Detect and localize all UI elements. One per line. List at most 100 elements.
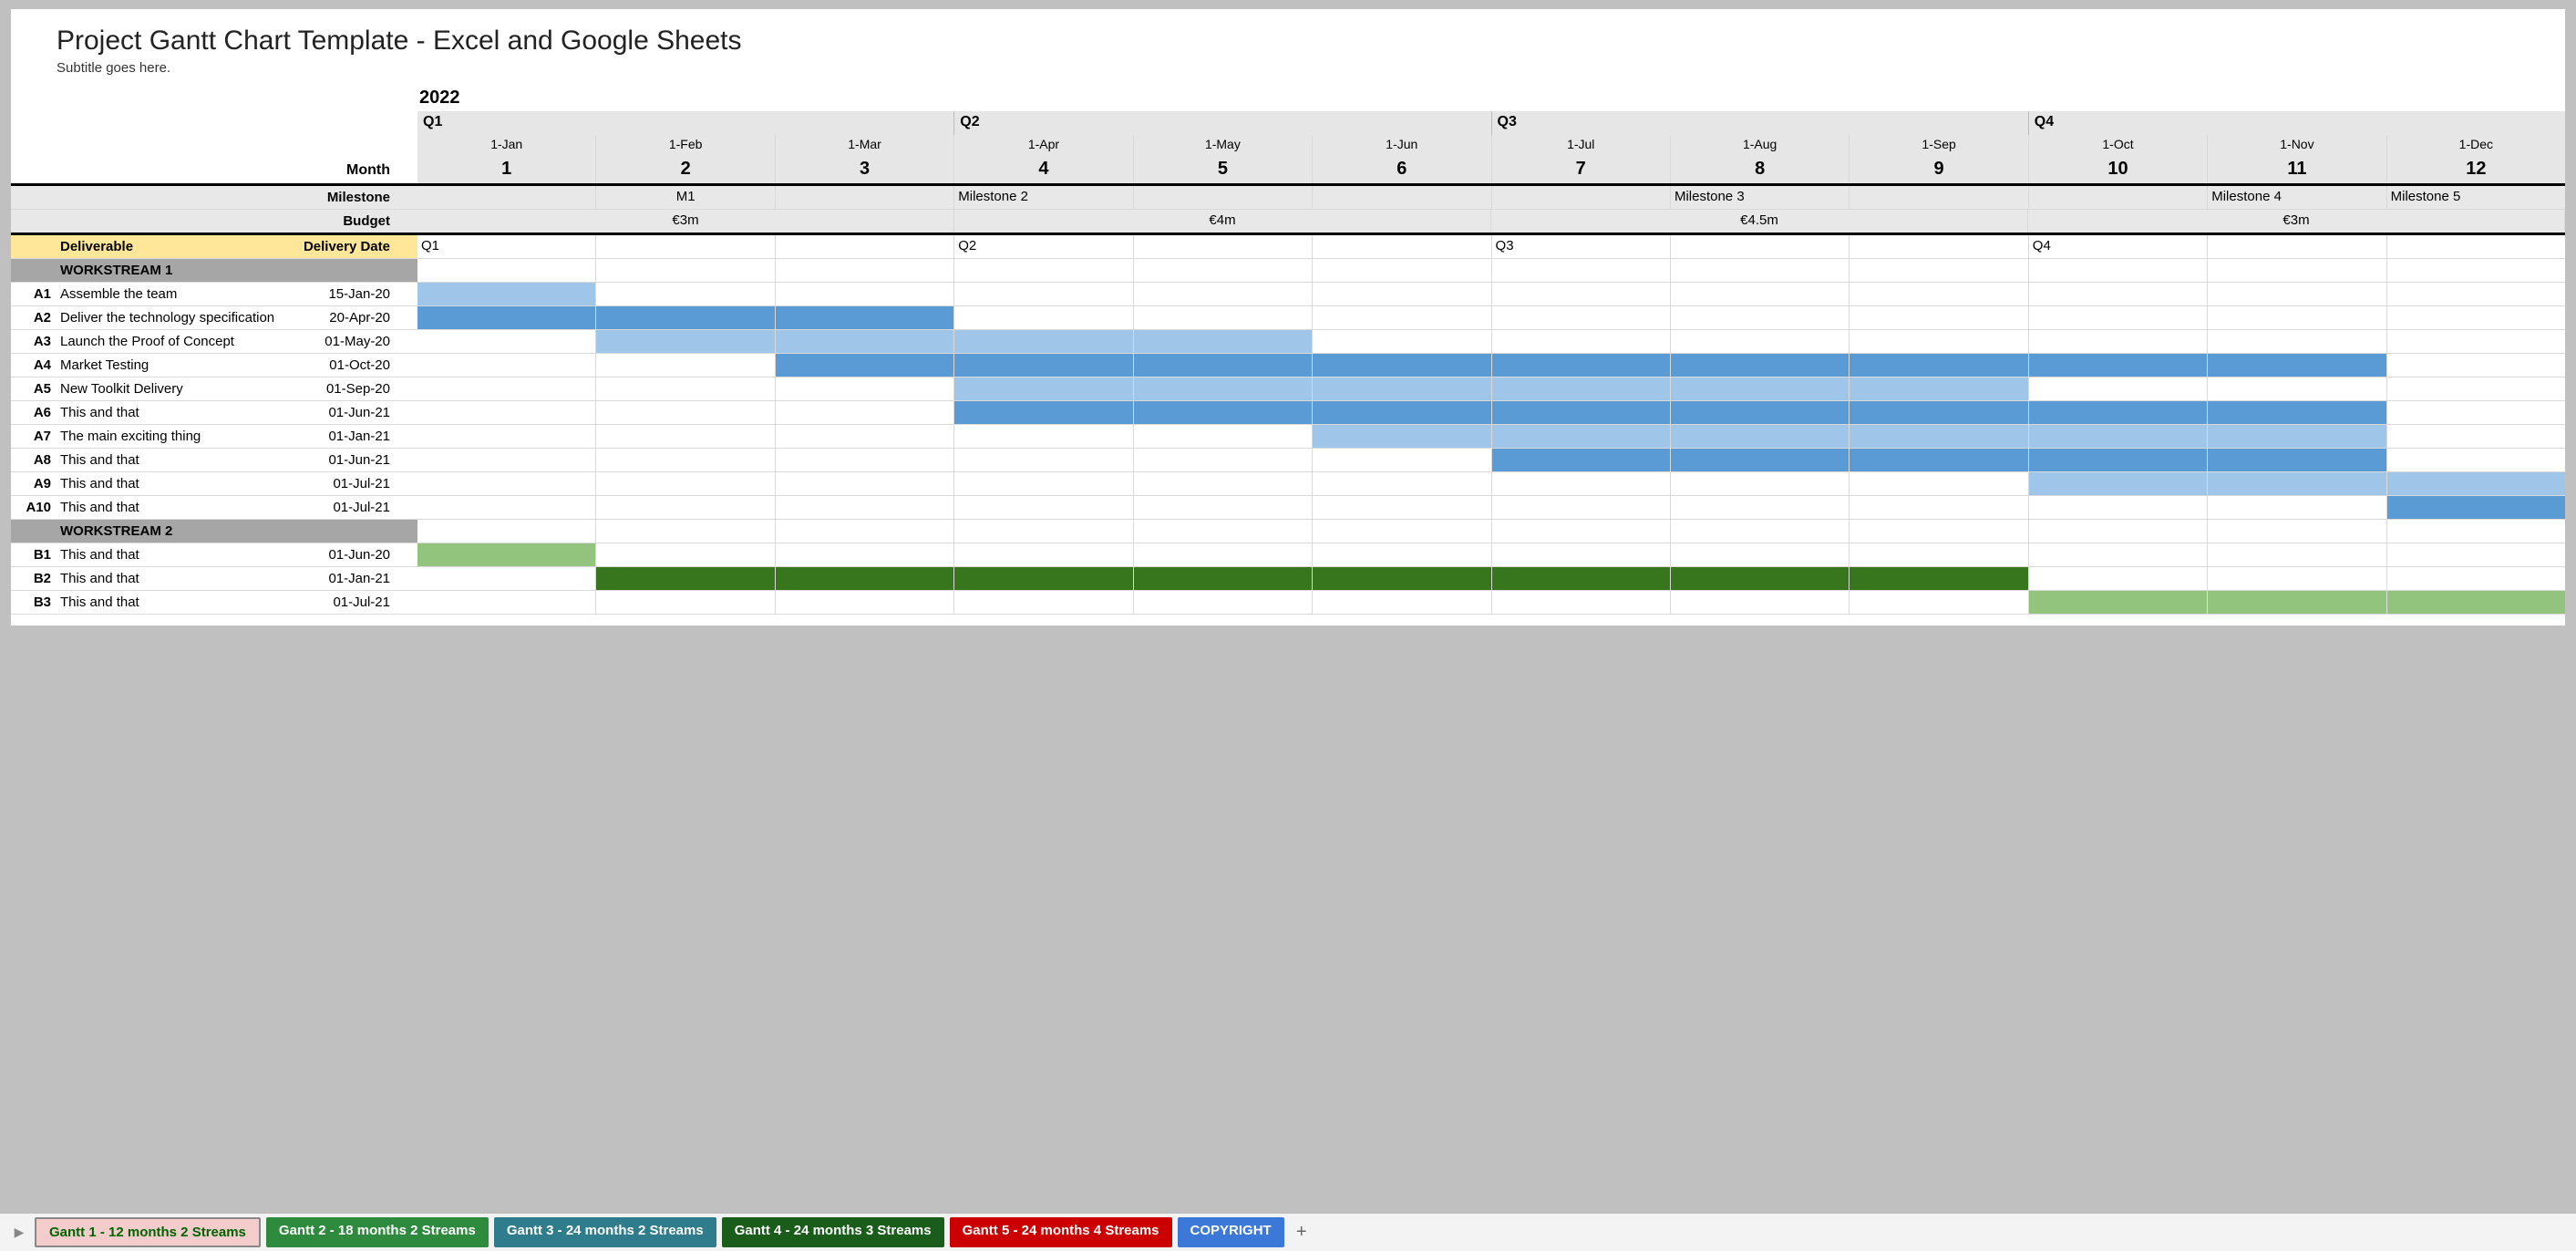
gantt-cell-A10-3[interactable] — [776, 496, 954, 519]
sheet-tab-4[interactable]: Gantt 4 - 24 months 3 Streams — [722, 1217, 944, 1247]
gantt-bar[interactable] — [1134, 567, 1312, 590]
gantt-cell-A7-3[interactable] — [776, 425, 954, 448]
gantt-cell-A6-1[interactable] — [417, 401, 596, 424]
gantt-bar[interactable] — [776, 354, 953, 377]
gantt-cell-A7-8[interactable] — [1671, 425, 1850, 448]
gantt-bar[interactable] — [1492, 401, 1670, 424]
gantt-cell-A5-1[interactable] — [417, 377, 596, 400]
gantt-cell-A8-12[interactable] — [2387, 449, 2565, 471]
gantt-cell-A10-12[interactable] — [2387, 496, 2565, 519]
gantt-bar[interactable] — [1313, 425, 1490, 448]
milestone-cell-8[interactable]: Milestone 3 — [1671, 186, 1850, 209]
gantt-bar[interactable] — [1134, 330, 1312, 353]
gantt-bar[interactable] — [1671, 425, 1849, 448]
gantt-cell-B1-12[interactable] — [2387, 543, 2565, 566]
milestone-cell-4[interactable]: Milestone 2 — [954, 186, 1133, 209]
gantt-cell-A5-12[interactable] — [2387, 377, 2565, 400]
gantt-cell-A9-6[interactable] — [1313, 472, 1491, 495]
gantt-cell-A9-12[interactable] — [2387, 472, 2565, 495]
gantt-cell-A3-7[interactable] — [1492, 330, 1671, 353]
task-name-A10[interactable]: This and that — [57, 496, 288, 519]
gantt-bar[interactable] — [2208, 591, 2385, 614]
budget-cell-q3[interactable]: €4.5m — [1491, 210, 2028, 233]
gantt-cell-B2-10[interactable] — [2029, 567, 2208, 590]
gantt-cell-A7-12[interactable] — [2387, 425, 2565, 448]
gantt-cell-A5-11[interactable] — [2208, 377, 2386, 400]
gantt-cell-A1-5[interactable] — [1134, 283, 1313, 305]
milestone-cell-10[interactable] — [2029, 186, 2208, 209]
gantt-cell-B2-12[interactable] — [2387, 567, 2565, 590]
gantt-bar[interactable] — [1671, 354, 1849, 377]
gantt-cell-A7-10[interactable] — [2029, 425, 2208, 448]
task-date-A8[interactable]: 01-Jun-21 — [288, 449, 397, 471]
gantt-cell-A8-8[interactable] — [1671, 449, 1850, 471]
gantt-bar[interactable] — [776, 306, 953, 329]
milestone-cell-9[interactable] — [1850, 186, 2028, 209]
task-date-A5[interactable]: 01-Sep-20 — [288, 377, 397, 400]
gantt-cell-A5-8[interactable] — [1671, 377, 1850, 400]
gantt-cell-A10-1[interactable] — [417, 496, 596, 519]
gantt-cell-A1-6[interactable] — [1313, 283, 1491, 305]
gantt-bar[interactable] — [1313, 401, 1490, 424]
gantt-bar[interactable] — [954, 377, 1132, 400]
gantt-cell-A10-8[interactable] — [1671, 496, 1850, 519]
gantt-cell-A3-10[interactable] — [2029, 330, 2208, 353]
gantt-cell-B1-11[interactable] — [2208, 543, 2386, 566]
gantt-bar[interactable] — [417, 543, 595, 566]
milestone-cell-11[interactable]: Milestone 4 — [2208, 186, 2386, 209]
gantt-bar[interactable] — [1492, 354, 1670, 377]
task-name-B1[interactable]: This and that — [57, 543, 288, 566]
gantt-cell-A1-3[interactable] — [776, 283, 954, 305]
gantt-cell-A2-6[interactable] — [1313, 306, 1491, 329]
gantt-cell-A3-8[interactable] — [1671, 330, 1850, 353]
budget-cell-q4[interactable]: €3m — [2028, 210, 2565, 233]
gantt-cell-A2-1[interactable] — [417, 306, 596, 329]
gantt-cell-A4-11[interactable] — [2208, 354, 2386, 377]
gantt-cell-A10-6[interactable] — [1313, 496, 1491, 519]
gantt-bar[interactable] — [954, 330, 1132, 353]
gantt-cell-A1-11[interactable] — [2208, 283, 2386, 305]
gantt-bar[interactable] — [954, 567, 1132, 590]
milestone-cell-6[interactable] — [1313, 186, 1491, 209]
gantt-cell-A3-6[interactable] — [1313, 330, 1491, 353]
gantt-cell-A9-4[interactable] — [954, 472, 1133, 495]
gantt-bar[interactable] — [1850, 377, 2027, 400]
gantt-bar[interactable] — [776, 330, 953, 353]
gantt-cell-A4-12[interactable] — [2387, 354, 2565, 377]
gantt-cell-B3-5[interactable] — [1134, 591, 1313, 614]
gantt-bar[interactable] — [596, 330, 774, 353]
sheet-tab-2[interactable]: Gantt 2 - 18 months 2 Streams — [266, 1217, 489, 1247]
gantt-bar[interactable] — [1850, 449, 2027, 471]
gantt-cell-A3-12[interactable] — [2387, 330, 2565, 353]
add-sheet-button[interactable]: + — [1290, 1222, 1314, 1243]
gantt-cell-A10-11[interactable] — [2208, 496, 2386, 519]
gantt-cell-A2-12[interactable] — [2387, 306, 2565, 329]
gantt-cell-A3-3[interactable] — [776, 330, 954, 353]
gantt-cell-B3-1[interactable] — [417, 591, 596, 614]
gantt-cell-B3-9[interactable] — [1850, 591, 2028, 614]
gantt-cell-A10-5[interactable] — [1134, 496, 1313, 519]
gantt-cell-A2-5[interactable] — [1134, 306, 1313, 329]
gantt-bar[interactable] — [954, 354, 1132, 377]
gantt-cell-B3-4[interactable] — [954, 591, 1133, 614]
gantt-cell-A2-7[interactable] — [1492, 306, 1671, 329]
gantt-cell-B2-9[interactable] — [1850, 567, 2028, 590]
gantt-cell-A1-4[interactable] — [954, 283, 1133, 305]
gantt-cell-B2-11[interactable] — [2208, 567, 2386, 590]
gantt-cell-A5-7[interactable] — [1492, 377, 1671, 400]
gantt-cell-A6-9[interactable] — [1850, 401, 2028, 424]
gantt-cell-A3-1[interactable] — [417, 330, 596, 353]
gantt-cell-A7-7[interactable] — [1492, 425, 1671, 448]
gantt-cell-B1-10[interactable] — [2029, 543, 2208, 566]
task-name-A8[interactable]: This and that — [57, 449, 288, 471]
gantt-cell-A7-11[interactable] — [2208, 425, 2386, 448]
gantt-cell-A1-7[interactable] — [1492, 283, 1671, 305]
gantt-cell-A2-11[interactable] — [2208, 306, 2386, 329]
gantt-cell-A8-1[interactable] — [417, 449, 596, 471]
gantt-bar[interactable] — [2387, 591, 2565, 614]
milestone-cell-1[interactable] — [417, 186, 596, 209]
gantt-cell-A1-2[interactable] — [596, 283, 775, 305]
gantt-cell-B1-1[interactable] — [417, 543, 596, 566]
gantt-cell-A9-1[interactable] — [417, 472, 596, 495]
gantt-cell-A7-9[interactable] — [1850, 425, 2028, 448]
